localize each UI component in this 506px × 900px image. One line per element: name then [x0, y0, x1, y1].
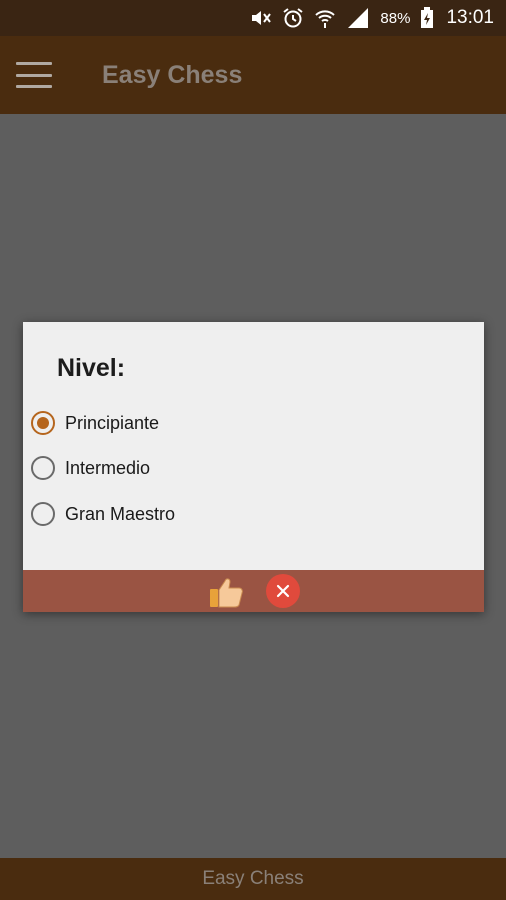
- hamburger-menu-icon[interactable]: [16, 62, 52, 88]
- footer-bar: Easy Chess: [0, 858, 506, 900]
- app-title: Easy Chess: [102, 60, 243, 89]
- option-label: Principiante: [65, 412, 160, 433]
- dialog-title: Nivel:: [57, 354, 126, 382]
- radio-button-selected[interactable]: [31, 411, 55, 435]
- battery-icon: [420, 7, 434, 29]
- mute-icon: [250, 8, 272, 28]
- close-icon: [276, 584, 289, 598]
- app-bar: Easy Chess: [0, 36, 506, 114]
- battery-percent: 88%: [380, 9, 411, 27]
- dialog-actions: [23, 570, 484, 612]
- option-label: Intermedio: [65, 457, 151, 478]
- status-clock: 13:01: [446, 7, 494, 28]
- footer-text: Easy Chess: [202, 868, 304, 889]
- option-label: Gran Maestro: [65, 503, 176, 524]
- radio-button[interactable]: [31, 502, 55, 526]
- option-principiante[interactable]: Principiante: [31, 408, 159, 438]
- option-gran-maestro[interactable]: Gran Maestro: [31, 499, 175, 529]
- signal-icon: [346, 7, 370, 29]
- option-intermedio[interactable]: Intermedio: [31, 453, 150, 483]
- radio-button[interactable]: [31, 456, 55, 480]
- alarm-icon: [282, 7, 304, 29]
- level-dialog: Nivel: Principiante Intermedio Gran Maes…: [23, 322, 484, 612]
- cancel-button[interactable]: [265, 574, 300, 608]
- status-bar: 88% 13:01: [0, 0, 506, 36]
- wifi-icon: [314, 7, 336, 29]
- thumbs-up-icon: [209, 578, 243, 608]
- confirm-button[interactable]: [208, 573, 244, 609]
